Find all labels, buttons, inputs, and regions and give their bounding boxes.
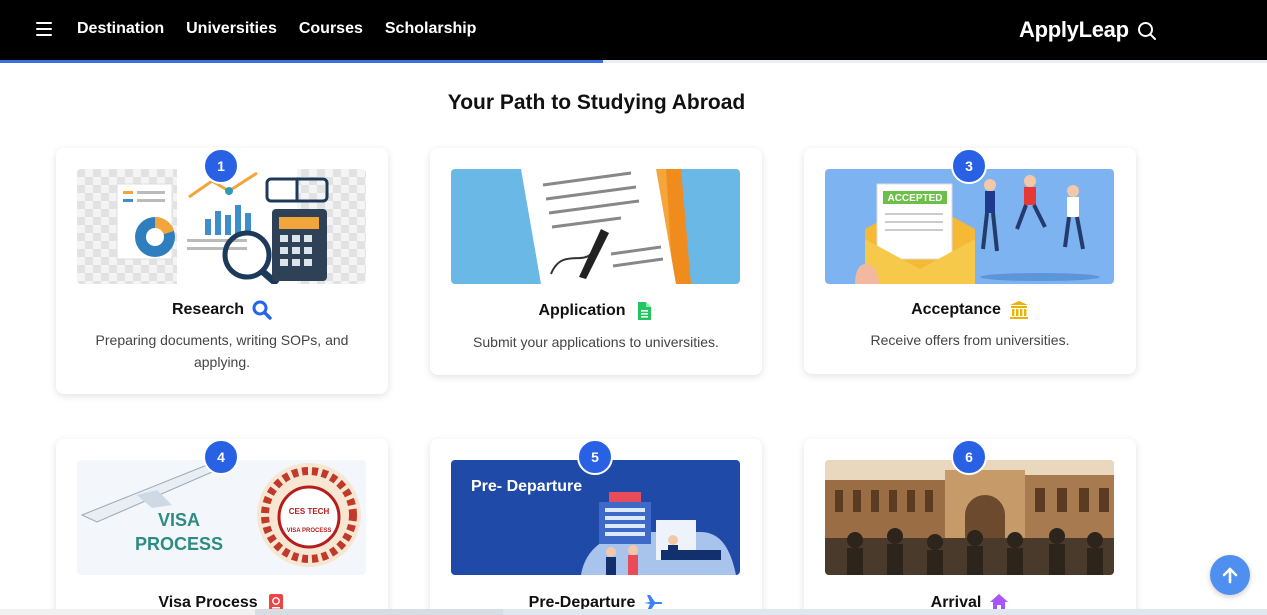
research-image: [77, 169, 366, 284]
step-number-badge: 3: [951, 148, 987, 184]
acceptance-image: ACCEPTED: [825, 169, 1114, 284]
document-icon: [637, 302, 651, 320]
step-title-text: Application: [538, 302, 626, 319]
step-card-application[interactable]: Application Submit your applications to …: [430, 148, 762, 375]
visa-process-image: CES TECH VISA PROCESS VISA PROCESS: [77, 460, 366, 575]
section-title: Your Path to Studying Abroad: [447, 91, 746, 114]
step-card-visa-process[interactable]: 4 CES TECH VISA PROCESS VISA PROCESS Vis…: [56, 439, 388, 615]
step-number-badge: 6: [951, 439, 987, 475]
step-number-badge: 1: [203, 148, 239, 184]
application-image: [451, 169, 740, 284]
step-title: Application: [430, 301, 762, 321]
search-icon: [252, 300, 272, 320]
search-icon[interactable]: [1137, 21, 1157, 41]
pre-departure-image: Pre- Departure: [451, 460, 740, 575]
nav-destination[interactable]: Destination: [77, 20, 164, 38]
step-number-badge: 5: [577, 439, 613, 475]
university-icon: [1009, 301, 1028, 319]
nav-courses[interactable]: Courses: [299, 20, 363, 38]
step-card-acceptance[interactable]: 3 ACCEPTED Acceptance Receive offers fro…: [804, 148, 1136, 374]
step-card-arrival[interactable]: 6 Arrival: [804, 439, 1136, 615]
step-title: Research: [56, 300, 388, 320]
pre-departure-image-heading: Pre- Departure: [471, 478, 582, 495]
step-description: Submit your applications to universities…: [473, 334, 719, 350]
visa-image-line2: PROCESS: [135, 534, 223, 554]
visa-image-line1: VISA: [158, 510, 200, 530]
scroll-to-top-button[interactable]: [1210, 555, 1250, 595]
reading-progress-bar: [0, 60, 1267, 63]
step-description: Preparing documents, writing SOPs, and a…: [95, 332, 349, 370]
accepted-stamp: ACCEPTED: [887, 193, 942, 204]
step-title-text: Research: [171, 301, 245, 318]
reading-progress-fill: [0, 60, 604, 63]
step-card-pre-departure[interactable]: 5 Pre- Departure Pre-Departure: [430, 439, 762, 615]
step-title: Acceptance: [804, 300, 1136, 320]
step-card-research[interactable]: 1 Research Preparing documents, writing …: [56, 148, 388, 394]
arrow-up-icon: [1222, 567, 1238, 584]
step-description: Receive offers from universities.: [870, 332, 1070, 348]
horizontal-scrollbar[interactable]: [0, 609, 1267, 615]
menu-icon[interactable]: [36, 22, 52, 36]
visa-seal-subtitle: VISA PROCESS: [287, 528, 332, 534]
brand-logo[interactable]: ApplyLeap: [1019, 17, 1129, 43]
top-navbar: Destination Universities Courses Scholar…: [0, 0, 1267, 60]
step-number-badge: 4: [203, 439, 239, 475]
main-nav: Destination Universities Courses Scholar…: [77, 20, 476, 38]
nav-scholarship[interactable]: Scholarship: [385, 20, 477, 38]
visa-seal-title: CES TECH: [289, 507, 330, 516]
scrollbar-track-segment: [503, 609, 1267, 615]
scrollbar-thumb[interactable]: [255, 609, 503, 615]
nav-universities[interactable]: Universities: [186, 20, 277, 38]
step-title-text: Acceptance: [911, 301, 1001, 318]
arrival-image: [825, 460, 1114, 575]
